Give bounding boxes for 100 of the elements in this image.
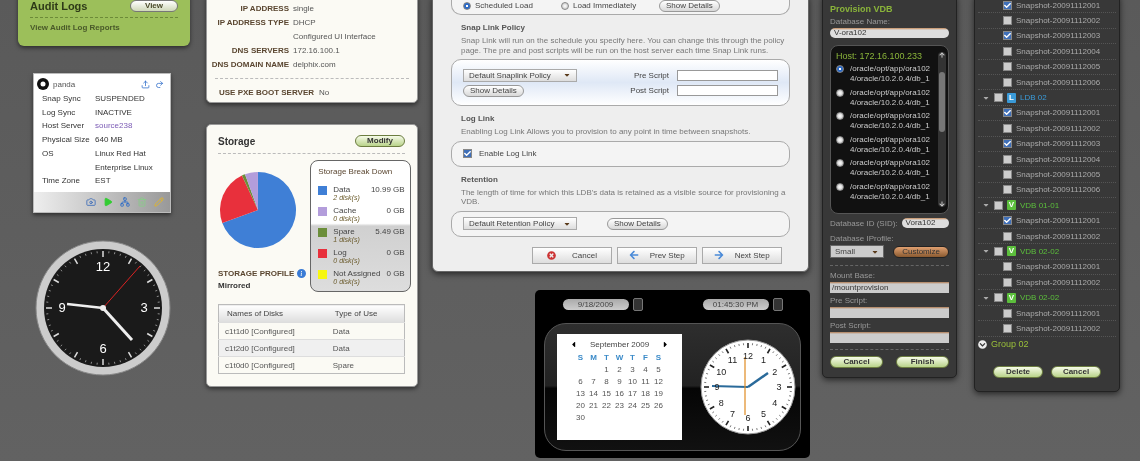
calendar-day[interactable]: 13 [574,389,587,398]
calendar-day[interactable]: 23 [613,401,626,410]
calendar-day[interactable]: 10 [626,377,639,386]
radio-button[interactable] [836,112,844,120]
info-icon[interactable] [297,269,307,278]
calendar-day[interactable]: 16 [613,389,626,398]
checkbox[interactable] [1003,154,1012,164]
checkbox[interactable] [1003,123,1012,133]
calendar-day[interactable]: 8 [600,377,613,386]
calendar-day[interactable]: 22 [600,401,613,410]
scrollbar[interactable] [938,52,946,207]
scroll-up-icon[interactable] [939,52,945,58]
checkbox[interactable] [463,149,472,158]
calendar-day[interactable]: 21 [587,401,600,410]
calendar-day[interactable]: 20 [574,401,587,410]
expand-icon[interactable] [978,339,987,349]
calendar-day[interactable]: 25 [639,401,652,410]
checkbox[interactable] [1003,139,1012,149]
checkbox[interactable] [1003,323,1012,333]
calendar-day[interactable]: 6 [574,377,587,386]
calendar-day[interactable]: 14 [587,389,600,398]
mount-base-field[interactable]: /mountprovision [830,282,949,293]
checkbox[interactable] [1003,0,1012,10]
date-field[interactable]: 9/18/2009 [562,299,629,310]
checkbox[interactable] [1003,108,1012,118]
calendar-day[interactable]: 15 [600,389,613,398]
radio-button[interactable] [836,135,844,144]
calendar-day[interactable]: 7 [587,377,600,386]
checkbox[interactable] [1003,231,1012,241]
calendar-day[interactable]: 19 [652,389,665,398]
checkbox[interactable] [1003,170,1012,179]
checkbox[interactable] [994,293,1003,303]
finish-button[interactable]: Finish [896,356,949,368]
checkbox[interactable] [1003,262,1012,272]
checkbox[interactable] [1003,77,1012,87]
calendar-day[interactable]: 9 [613,377,626,386]
radio-button[interactable] [836,159,844,167]
view-button[interactable]: View [130,0,178,12]
customize-button[interactable]: Customize [893,245,949,258]
radio-button[interactable] [463,1,471,10]
time-field[interactable]: 01:45:30 PM [702,299,769,310]
calendar-day[interactable]: 24 [626,401,639,410]
calendar-day[interactable]: 26 [652,401,665,410]
policy-dropdown[interactable]: Default Snaplink Policy [463,68,577,82]
checkbox[interactable] [994,200,1003,210]
calendar-day[interactable]: 3 [626,365,639,374]
checkbox[interactable] [1003,16,1012,26]
checkbox[interactable] [1003,308,1012,318]
radio-button[interactable] [561,1,569,10]
pre-script-input[interactable] [677,69,778,81]
delete-button[interactable]: Delete [993,366,1043,378]
checkbox[interactable] [1003,62,1012,72]
calendar-day[interactable]: 2 [613,365,626,374]
next-step-button[interactable]: Next Step [702,246,782,264]
cancel-button[interactable]: Cancel [1051,366,1101,378]
radio-button[interactable] [836,182,844,191]
calendar-day[interactable]: 30 [574,413,587,422]
radio-button[interactable] [836,88,844,97]
node-label[interactable]: VDB 02-02 [1020,246,1060,256]
pre-script-field[interactable] [830,307,949,318]
upload-icon[interactable] [141,79,150,89]
calendar-day[interactable]: 12 [652,377,665,386]
calendar-day[interactable]: 11 [639,377,652,386]
spinner-icon[interactable] [632,298,643,311]
post-script-input[interactable] [677,85,778,96]
calendar-day[interactable]: 5 [652,365,665,374]
checkbox[interactable] [1003,277,1012,287]
node-label[interactable]: LDB 02 [1020,93,1047,103]
checkbox[interactable] [1003,216,1012,226]
radio-button[interactable] [836,65,844,73]
checkbox[interactable] [994,246,1003,256]
modify-button[interactable]: Modify [355,135,405,147]
spinner-icon[interactable] [772,298,783,311]
show-details-button[interactable]: Show Details [463,84,524,97]
post-script-field[interactable] [830,332,949,343]
prev-step-button[interactable]: Prev Step [617,246,697,264]
checkbox[interactable] [1003,46,1012,56]
checkbox[interactable] [994,93,1003,103]
show-details-button[interactable]: Show Details [607,217,668,230]
database-name-field[interactable]: V-ora102 [830,28,949,38]
node-label[interactable]: VDB 02-02 [1020,293,1060,303]
node-label[interactable]: VDB 01-01 [1020,200,1060,210]
calendar-day[interactable]: 4 [639,365,652,374]
group-label[interactable]: Group 02 [991,339,1029,350]
checkbox[interactable] [1003,185,1012,195]
audit-log-link[interactable]: View Audit Log Reports [30,23,178,32]
policy-dropdown[interactable]: Default Retention Policy [463,217,577,230]
sid-field[interactable]: Vora102 [901,218,949,228]
show-details-button[interactable]: Show Details [659,0,720,12]
calendar-day[interactable]: 17 [626,389,639,398]
scroll-down-icon[interactable] [939,201,945,207]
checkbox[interactable] [1003,31,1012,41]
host-server-link[interactable]: source238 [95,121,162,134]
camera-icon[interactable] [86,197,96,207]
cancel-button[interactable]: Cancel [532,246,612,264]
profile-dropdown[interactable]: Small [830,245,884,258]
cancel-button[interactable]: Cancel [830,356,883,368]
calendar-day[interactable]: 18 [639,389,652,398]
calendar-day[interactable]: 1 [600,365,613,374]
redo-icon[interactable] [155,79,164,89]
